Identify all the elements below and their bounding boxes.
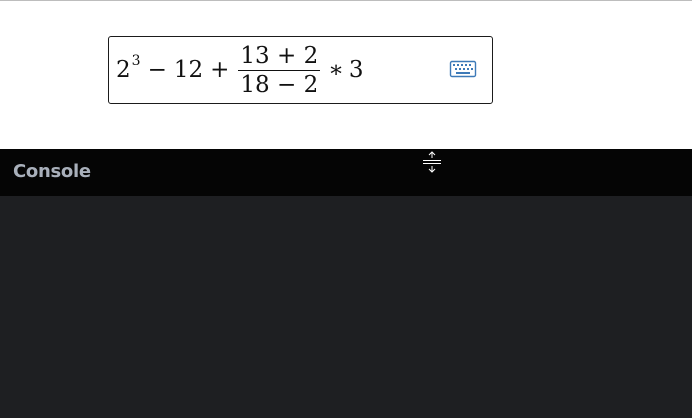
math-multiplier: 3 bbox=[348, 57, 364, 83]
fraction-denominator: 18 − 2 bbox=[240, 71, 319, 98]
math-term: 12 bbox=[173, 57, 204, 83]
fraction-numerator: 13 + 2 bbox=[240, 42, 319, 69]
math-exponent: 3 bbox=[131, 53, 141, 69]
math-input-field[interactable]: 23 − 12 + 13 + 2 18 − 2 ∗ 3 bbox=[108, 36, 493, 104]
console-output[interactable] bbox=[0, 196, 692, 418]
math-base: 2 bbox=[116, 57, 131, 83]
console-header: Console bbox=[0, 149, 692, 196]
math-times-operator: ∗ bbox=[328, 57, 344, 83]
math-plus-operator: + bbox=[210, 57, 230, 83]
keyboard-icon[interactable] bbox=[449, 58, 477, 80]
split-resize-icon[interactable] bbox=[421, 150, 443, 174]
math-expression[interactable]: 23 − 12 + 13 + 2 18 − 2 ∗ 3 bbox=[116, 37, 363, 103]
math-minus-operator: − bbox=[147, 57, 167, 83]
math-fraction: 13 + 2 18 − 2 bbox=[238, 42, 321, 99]
console-title: Console bbox=[13, 161, 91, 182]
